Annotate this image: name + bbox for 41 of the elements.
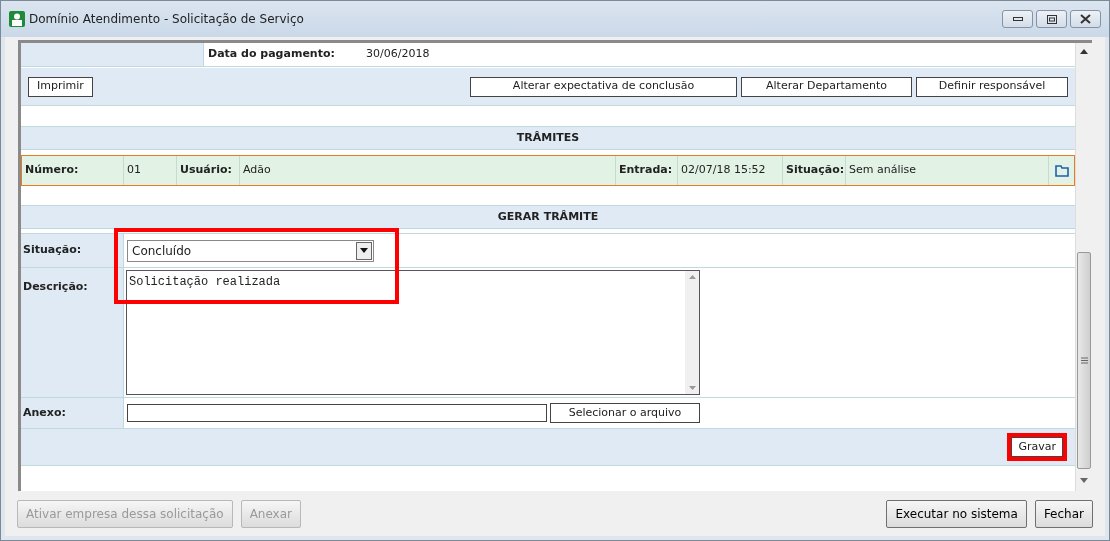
action-button[interactable]: Alterar Departamento (741, 76, 912, 97)
footer-button[interactable]: Fechar (1034, 499, 1093, 528)
close-button[interactable] (1070, 10, 1101, 28)
status-dropdown[interactable]: Concluído (127, 239, 374, 262)
field-label: Data do pagamento: (208, 46, 336, 63)
scroll-thumb[interactable] (1077, 252, 1091, 469)
footer-button[interactable]: Executar no sistema (886, 499, 1027, 528)
minimize-icon (1012, 17, 1023, 21)
field-label: Situação: (21, 234, 124, 267)
table-cell: Entrada: (616, 156, 678, 185)
field-value: 30/06/2018 (366, 46, 430, 63)
table-cell: Número: (22, 156, 124, 185)
table-cell: Adão (240, 156, 616, 185)
action-button[interactable]: Definir responsável (916, 76, 1068, 97)
folder-icon[interactable] (1054, 164, 1069, 177)
action-button[interactable]: Imprimir (28, 76, 93, 97)
table-cell: 02/07/18 15:52 (678, 156, 783, 185)
table-cell: Sem análise (846, 156, 1049, 185)
action-button[interactable]: Selecionar o arquivo (550, 403, 700, 423)
person-icon (9, 11, 25, 27)
grip-icon (1080, 357, 1088, 364)
attachment-field[interactable] (127, 404, 547, 422)
section-header: TRÂMITES (21, 126, 1075, 150)
scroll-down-icon[interactable] (1080, 478, 1088, 483)
table-cell: Usuário: (177, 156, 240, 185)
section-header: GERAR TRÂMITE (21, 205, 1075, 229)
table-cell: Situação: (783, 156, 846, 185)
tramite-row[interactable]: Número: 01 Usuário: Adão Entrada: 02/07/18 15:52 Situação: Sem análise (21, 155, 1075, 186)
field-label: Descrição: (21, 268, 124, 397)
action-button[interactable]: Alterar expectativa de conclusão (470, 76, 737, 97)
window-title: Domínio Atendimento - Solicitação de Serviço (29, 11, 304, 28)
maximize-icon (1046, 14, 1057, 24)
field-label: Anexo: (21, 398, 124, 428)
scroll-up-icon[interactable] (1080, 49, 1088, 54)
action-button[interactable]: Gravar (1011, 437, 1063, 457)
dropdown-arrow-icon (360, 248, 368, 253)
minimize-button[interactable] (1002, 10, 1033, 28)
maximize-button[interactable] (1036, 10, 1067, 28)
description-field[interactable]: Solicitação realizada (126, 270, 700, 395)
close-icon (1080, 14, 1091, 24)
table-cell: 01 (124, 156, 177, 185)
